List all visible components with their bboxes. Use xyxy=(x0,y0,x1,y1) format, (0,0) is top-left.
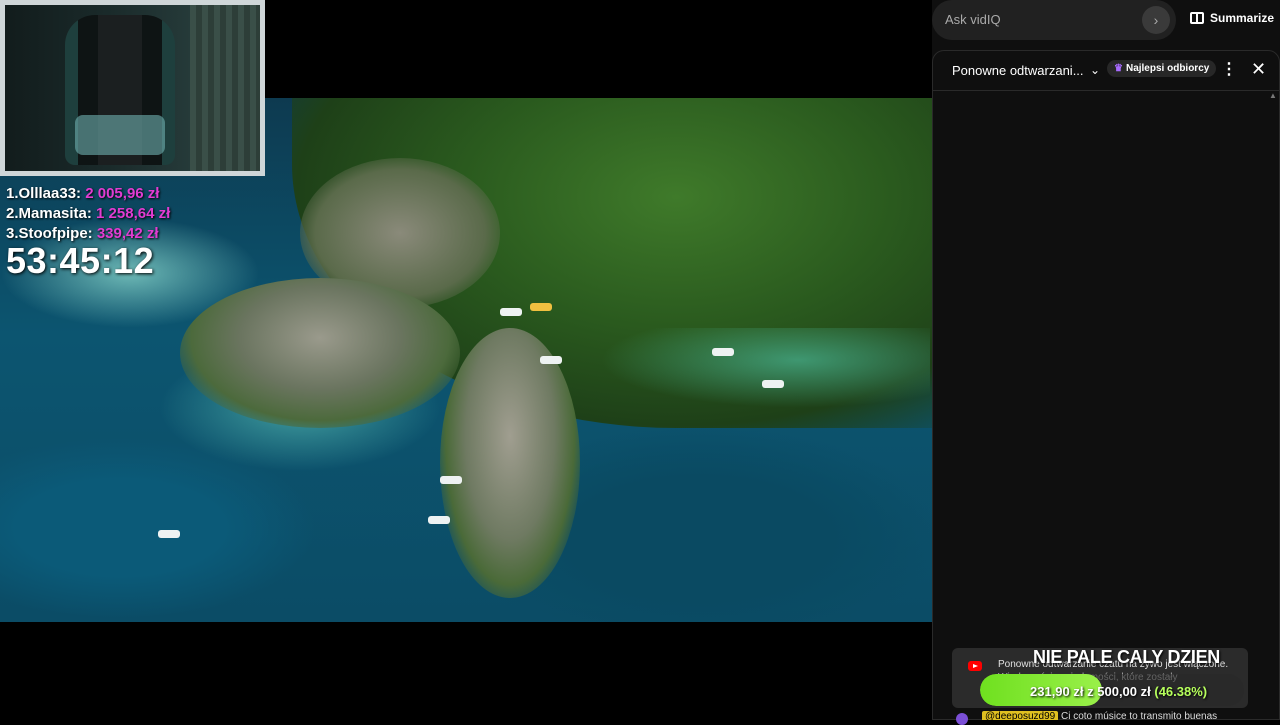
crown-icon: ♛ xyxy=(1114,63,1123,74)
goal-percent: (46.38%) xyxy=(1154,684,1208,699)
leaderboard-rank: 1. xyxy=(6,185,19,202)
boat xyxy=(440,476,462,484)
boat xyxy=(540,356,562,364)
more-options-icon[interactable]: ⋮ xyxy=(1221,61,1237,79)
youtube-icon xyxy=(968,661,982,671)
boat xyxy=(500,308,522,316)
boat xyxy=(712,348,734,356)
leaderboard-amount: 2 005,96 zł xyxy=(85,185,160,202)
chair-seat xyxy=(75,115,165,155)
chevron-down-icon[interactable]: ⌄ xyxy=(1090,63,1104,77)
chat-message-text: Ci coto músice to transmito buenas xyxy=(1061,711,1218,720)
summarize-button[interactable]: Summarize xyxy=(1190,11,1274,25)
scroll-up-arrow-icon[interactable]: ▲ xyxy=(1269,91,1277,100)
top-viewers-badge[interactable]: ♛ Najlepsi odbiorcy xyxy=(1107,60,1217,77)
leaderboard-rank: 2. xyxy=(6,205,19,222)
chat-username[interactable]: @deeposuzd99 xyxy=(982,711,1059,720)
stream-video-frame xyxy=(0,98,932,622)
chat-header: Ponowne odtwarzani... ⌄ ♛ Najlepsi odbio… xyxy=(933,51,1279,91)
stream-timer: 53:45:12 xyxy=(6,240,155,281)
chat-message: @deeposuzd99 Ci coto músice to transmito… xyxy=(952,711,1272,720)
boat xyxy=(158,530,180,538)
donation-goal-title: NIE PALE CALY DZIEN xyxy=(1033,647,1221,667)
donation-leaderboard: 1.Olllaa33: 2 005,96 zł 2.Mamasita: 1 25… xyxy=(6,184,170,244)
karst-island-left xyxy=(180,278,460,428)
leaderboard-name: Mamasita: xyxy=(18,205,92,222)
reef-shallows-right xyxy=(600,328,930,408)
curtain xyxy=(190,5,260,171)
boat xyxy=(762,380,784,388)
video-player[interactable]: 1.Olllaa33: 2 005,96 zł 2.Mamasita: 1 25… xyxy=(0,0,932,720)
close-icon[interactable]: ✕ xyxy=(1251,59,1266,79)
ask-vidiq-submit-button[interactable]: › xyxy=(1142,6,1170,34)
ask-vidiq-placeholder: Ask vidIQ xyxy=(945,12,1001,27)
leaderboard-name: Olllaa33: xyxy=(18,185,82,202)
top-viewers-label: Najlepsi odbiorcy xyxy=(1125,63,1210,74)
boat xyxy=(530,303,552,311)
boat xyxy=(428,516,450,524)
live-chat-panel: Ponowne odtwarzani... ⌄ ♛ Najlepsi odbio… xyxy=(932,50,1280,720)
leaderboard-row: 2.Mamasita: 1 258,64 zł xyxy=(6,204,170,224)
leaderboard-amount: 1 258,64 zł xyxy=(96,205,171,222)
goal-current: 231,90 zł xyxy=(1030,684,1084,699)
goal-separator: z xyxy=(1087,684,1094,699)
book-icon xyxy=(1190,12,1204,24)
chat-mode-title[interactable]: Ponowne odtwarzani... xyxy=(952,63,1084,78)
leaderboard-row: 1.Olllaa33: 2 005,96 zł xyxy=(6,184,170,204)
donation-goal-text: 231,90 zł z 500,00 zł (46.38%) xyxy=(1030,684,1207,699)
webcam-overlay xyxy=(0,0,265,176)
karst-island-center xyxy=(440,328,580,598)
goal-target: 500,00 zł xyxy=(1097,684,1151,699)
summarize-label: Summarize xyxy=(1210,11,1275,25)
